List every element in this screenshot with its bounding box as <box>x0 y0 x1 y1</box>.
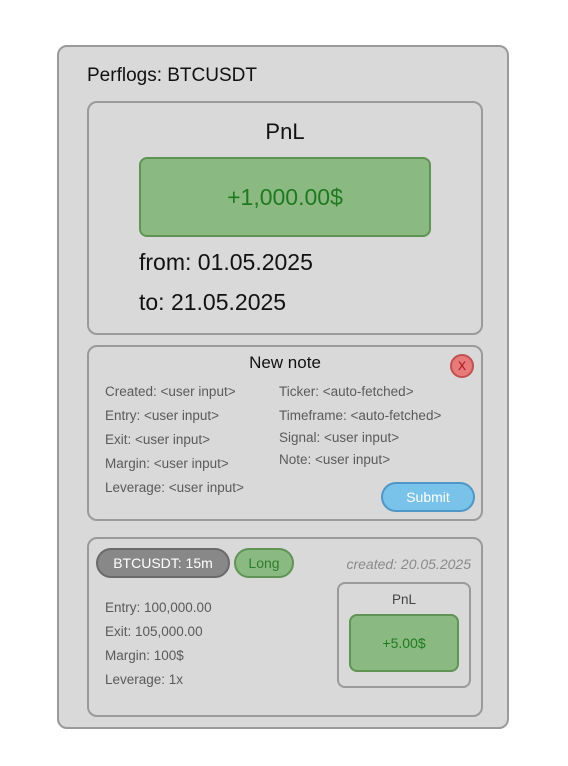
pnl-summary-card: PnL +1,000.00$ from: 01.05.2025 to: 21.0… <box>87 101 483 335</box>
submit-button[interactable]: Submit <box>381 482 475 512</box>
page-title: Perflogs: BTCUSDT <box>87 65 257 86</box>
date-from[interactable]: from: 01.05.2025 <box>139 249 313 276</box>
new-note-title: New note <box>249 353 321 372</box>
created-date: created: 20.05.2025 <box>346 556 471 572</box>
trade-entry-card[interactable]: BTCUSDT: 15m Long created: 20.05.2025 En… <box>87 537 483 717</box>
close-icon[interactable]: X <box>450 354 474 378</box>
note-field[interactable]: Note: <user input> <box>279 452 390 467</box>
pnl-value-box: +1,000.00$ <box>139 157 431 237</box>
entry-field[interactable]: Entry: <user input> <box>105 408 219 423</box>
perflogs-panel: Perflogs: BTCUSDT PnL +1,000.00$ from: 0… <box>57 45 509 729</box>
date-to[interactable]: to: 21.05.2025 <box>139 289 286 316</box>
created-field[interactable]: Created: <user input> <box>105 384 236 399</box>
exit-price: Exit: 105,000.00 <box>105 624 203 639</box>
margin-value: Margin: 100$ <box>105 648 184 663</box>
side-badge: Long <box>234 548 294 578</box>
entry-pnl-title: PnL <box>391 592 417 607</box>
signal-field[interactable]: Signal: <user input> <box>279 430 399 445</box>
leverage-field[interactable]: Leverage: <user input> <box>105 480 244 495</box>
ticker-field: Ticker: <auto-fetched> <box>279 384 414 399</box>
entry-pnl-box: PnL +5.00$ <box>337 582 471 688</box>
ticker-badge: BTCUSDT: 15m <box>96 548 230 578</box>
margin-field[interactable]: Margin: <user input> <box>105 456 229 471</box>
timeframe-field: Timeframe: <auto-fetched> <box>279 408 442 423</box>
exit-field[interactable]: Exit: <user input> <box>105 432 210 447</box>
new-note-form: New note X Created: <user input> Entry: … <box>87 345 483 521</box>
entry-pnl-value: +5.00$ <box>349 614 459 672</box>
pnl-title: PnL <box>265 119 305 144</box>
leverage-value: Leverage: 1x <box>105 672 184 687</box>
entry-price: Entry: 100,000.00 <box>105 600 212 615</box>
